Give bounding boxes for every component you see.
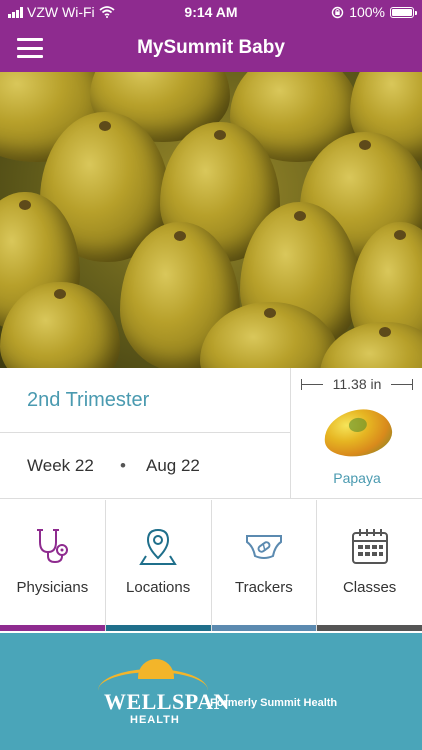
status-bar: VZW Wi-Fi 9:14 AM 100% [0, 0, 422, 24]
battery-percent: 100% [349, 4, 385, 20]
nav-physicians[interactable]: Physicians [0, 500, 106, 631]
nav-underline [105, 625, 211, 631]
nav-underline [211, 625, 317, 631]
papaya-image [321, 405, 395, 461]
trimester-label: 2nd Trimester [27, 389, 150, 411]
pregnancy-info: 2nd Trimester Week 22 • Aug 22 11.38 in … [0, 368, 422, 499]
nav-locations[interactable]: Locations [105, 500, 212, 631]
nav-label: Classes [342, 579, 397, 596]
battery-icon [390, 6, 417, 18]
brand-sub: HEALTH [130, 714, 180, 726]
size-measure: 11.38 in [301, 376, 413, 394]
hero-image [0, 72, 422, 368]
diaper-icon [245, 535, 282, 559]
stethoscope-icon [37, 529, 69, 564]
separator-dot: • [120, 456, 126, 475]
app-bar: MySummit Baby [0, 24, 422, 72]
status-right: 100% [331, 4, 417, 20]
wellspan-logo: WELLSPAN HEALTH Formerly Summit Health [96, 655, 338, 735]
week-label: Week 22 [27, 456, 94, 475]
nav-classes[interactable]: Classes [317, 500, 422, 631]
app-title: MySummit Baby [137, 37, 285, 58]
fruit-label: Papaya [333, 470, 381, 486]
week-row: Week 22 • Aug 22 [0, 433, 290, 498]
nav-underline [317, 625, 422, 631]
brand-note: Formerly Summit Health [210, 697, 338, 709]
nav-label: Physicians [16, 579, 89, 596]
orientation-lock-icon [331, 6, 344, 18]
nav-underline [0, 625, 105, 631]
location-pin-icon [139, 528, 177, 565]
nav-label: Locations [126, 579, 191, 596]
trimester-row[interactable]: 2nd Trimester [0, 368, 290, 433]
baby-size-panel[interactable]: 11.38 in Papaya [290, 368, 422, 498]
nav-trackers[interactable]: Trackers [211, 500, 318, 631]
due-date-label: Aug 22 [146, 456, 200, 475]
calendar-icon [351, 529, 388, 564]
nav-grid: Physicians Locations Trackers Classes [0, 500, 422, 631]
nav-label: Trackers [234, 579, 293, 596]
footer-banner: WELLSPAN HEALTH Formerly Summit Health [0, 633, 422, 750]
